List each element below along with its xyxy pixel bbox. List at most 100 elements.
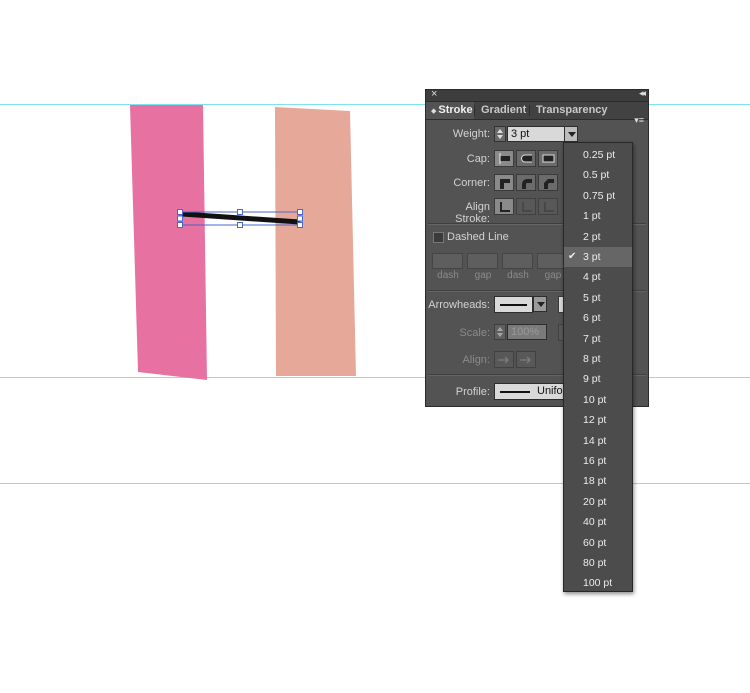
arrow-place-icon: [520, 356, 531, 364]
weight-option-label: 1 pt: [583, 210, 601, 223]
weight-option[interactable]: 18 pt: [564, 471, 632, 491]
expand-arrows-icon: ◆: [431, 108, 437, 115]
weight-option-label: 0.75 pt: [583, 189, 616, 202]
profile-preview-line: [500, 391, 530, 393]
weight-option[interactable]: 40 pt: [564, 512, 632, 532]
weight-dropdown-list[interactable]: 0.25 pt 0.5 pt 0.75 pt 1 pt 2 pt ✔ 3 pt 4 pt 5 p…: [563, 142, 633, 592]
weight-option-label: 18 pt: [583, 475, 607, 488]
butt-cap-icon: [499, 153, 510, 164]
weight-option-label: 16 pt: [583, 455, 607, 467]
weight-option[interactable]: 80 pt: [564, 553, 632, 573]
weight-option-label: 9 pt: [583, 373, 601, 386]
dash-label: dash: [437, 270, 459, 281]
weight-option[interactable]: 10 pt: [564, 390, 632, 410]
profile-label: Profile:: [455, 386, 490, 398]
arrow-extend-icon: [498, 356, 509, 364]
align-inside-button[interactable]: [516, 198, 536, 215]
weight-option[interactable]: 12 pt: [564, 410, 632, 430]
weight-option[interactable]: 0.5 pt: [564, 165, 632, 185]
miter-join-button[interactable]: [494, 174, 514, 191]
profile-select[interactable]: Unifo: [494, 383, 564, 400]
arrow-align-label: Align:: [462, 354, 490, 366]
weight-option[interactable]: 100 pt: [564, 573, 632, 593]
weight-option-label: 6 pt: [583, 312, 601, 325]
tab-stroke[interactable]: ◆ Stroke: [426, 102, 474, 119]
round-join-icon: [522, 179, 532, 189]
projecting-cap-icon: [542, 154, 555, 163]
weight-stepper[interactable]: [494, 126, 506, 142]
arrow-align-extend-button[interactable]: [494, 351, 514, 368]
panel-tabs: ◆ Stroke Gradient Transparency ▾≡: [426, 102, 648, 125]
weight-option[interactable]: 14 pt: [564, 431, 632, 451]
bevel-join-button[interactable]: [538, 174, 558, 191]
weight-option-label: 8 pt: [583, 353, 601, 365]
weight-option[interactable]: 20 pt: [564, 492, 632, 512]
dash-field-2[interactable]: [502, 253, 533, 269]
close-x-icon[interactable]: ×: [637, 176, 644, 190]
weight-option[interactable]: 9 pt: [564, 369, 632, 389]
weight-option[interactable]: 4 pt: [564, 267, 632, 287]
pink-shape[interactable]: [130, 105, 207, 380]
weight-option-label: 100 pt: [583, 577, 613, 590]
dashed-line-checkbox[interactable]: [433, 232, 444, 243]
round-cap-button[interactable]: [516, 150, 536, 167]
weight-option[interactable]: 0.75 pt: [564, 186, 632, 206]
align-outside-button[interactable]: [538, 198, 558, 215]
weight-option-label: 80 pt: [583, 557, 607, 569]
miter-join-icon: [500, 179, 510, 189]
weight-option[interactable]: 8 pt: [564, 349, 632, 369]
weight-option-label: 20 pt: [583, 495, 607, 508]
tab-transparency[interactable]: Transparency: [531, 102, 613, 119]
gap-label: gap: [474, 270, 492, 281]
start-arrowhead-dropdown-button[interactable]: [533, 296, 547, 312]
weight-option[interactable]: 7 pt: [564, 329, 632, 349]
weight-option[interactable]: ✔ 3 pt: [564, 247, 632, 267]
collapse-icon[interactable]: ◂◂: [639, 88, 646, 99]
checkmark-icon: ✔: [568, 251, 577, 262]
panel-menu-icon[interactable]: ▾≡: [634, 115, 644, 126]
scale-input[interactable]: 100%: [507, 324, 547, 340]
align-outside-icon: [544, 202, 554, 212]
weight-option-label: 40 pt: [583, 516, 607, 529]
weight-option-label: 0.5 pt: [583, 169, 610, 182]
arrowheads-label: Arrowheads:: [428, 299, 490, 311]
panel-title-bar[interactable]: × ◂◂: [426, 88, 648, 102]
profile-value: Unifo: [537, 385, 563, 397]
weight-option[interactable]: 60 pt: [564, 533, 632, 553]
arrow-align-place-button[interactable]: [516, 351, 536, 368]
weight-option[interactable]: 0.25 pt: [564, 145, 632, 165]
dash-field-1[interactable]: [432, 253, 463, 269]
weight-option-label: 2 pt: [583, 230, 601, 243]
salmon-shape[interactable]: [275, 107, 356, 376]
weight-option-label: 14 pt: [583, 434, 607, 447]
gap-field-1[interactable]: [467, 253, 498, 269]
weight-option-label: 5 pt: [583, 291, 601, 304]
start-arrowhead-select[interactable]: [494, 296, 533, 313]
weight-option-label: 3 pt: [583, 251, 601, 263]
weight-option-label: 12 pt: [583, 414, 607, 427]
weight-option[interactable]: 16 pt: [564, 451, 632, 471]
cap-label: Cap:: [466, 153, 490, 165]
weight-option-label: 10 pt: [583, 393, 607, 406]
weight-option-label: 0.25 pt: [583, 149, 616, 161]
weight-option[interactable]: 2 pt: [564, 227, 632, 247]
scale-stepper[interactable]: [494, 324, 506, 340]
align-center-button[interactable]: [494, 198, 514, 215]
weight-option[interactable]: 6 pt: [564, 308, 632, 328]
weight-option-label: 7 pt: [583, 332, 601, 345]
projecting-cap-button[interactable]: [538, 150, 558, 167]
weight-label: Weight:: [452, 128, 490, 140]
round-cap-icon: [521, 154, 532, 163]
dash-label: dash: [507, 270, 529, 281]
close-icon[interactable]: ×: [431, 88, 437, 100]
weight-input[interactable]: 3 pt: [507, 126, 565, 142]
align-stroke-label: Align Stroke:: [455, 201, 490, 225]
tab-gradient[interactable]: Gradient: [476, 102, 531, 119]
tab-divider: [529, 105, 530, 116]
weight-option[interactable]: 1 pt: [564, 206, 632, 226]
weight-option[interactable]: 5 pt: [564, 288, 632, 308]
tab-divider: [474, 105, 475, 116]
butt-cap-button[interactable]: [494, 150, 514, 167]
weight-dropdown-button[interactable]: [564, 126, 578, 142]
round-join-button[interactable]: [516, 174, 536, 191]
